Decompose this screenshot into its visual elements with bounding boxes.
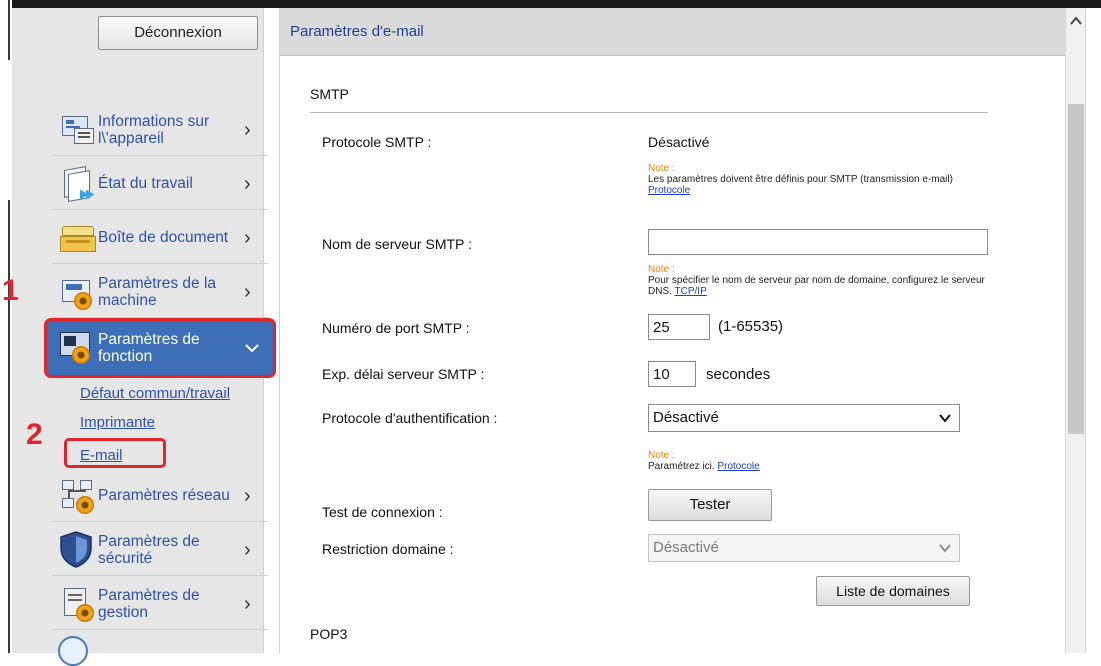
chevron-right-icon: › <box>244 119 251 141</box>
chevron-right-icon: › <box>244 227 251 249</box>
sidebar-item-label: Paramètres de gestion <box>98 586 200 621</box>
document-box-icon <box>58 218 98 258</box>
smtp-protocol-value: Désactivé <box>648 134 710 150</box>
section-title-pop3: POP3 <box>310 626 348 642</box>
sidebar-item-device-info[interactable]: Informations sur l\'appareil › <box>52 104 268 156</box>
chevron-right-icon: › <box>244 539 251 561</box>
network-settings-icon <box>58 476 98 516</box>
sidebar-item-label: Boîte de document <box>98 229 229 246</box>
timeout-unit-text: secondes <box>706 366 771 383</box>
smtp-server-label: Nom de serveur SMTP : <box>322 236 472 252</box>
page-title: Paramètres d'e-mail <box>280 8 1066 56</box>
sidebar-item-label: État du travail <box>98 175 193 192</box>
sublink-printer[interactable]: Imprimante <box>80 414 155 431</box>
sidebar-item-label: Paramètres de fonction <box>98 331 200 365</box>
smtp-protocol-label: Protocole SMTP : <box>322 134 432 150</box>
device-info-icon <box>58 110 98 150</box>
step-number-1: 1 <box>2 274 19 307</box>
chevron-right-icon: › <box>244 281 251 303</box>
machine-settings-icon <box>58 272 98 312</box>
connection-test-label: Test de connexion : <box>322 504 443 520</box>
shield-icon <box>58 530 98 570</box>
note-prefix: Note : <box>648 163 675 174</box>
domain-restriction-value: Désactivé <box>653 539 719 556</box>
sidebar-item-network-settings[interactable]: Paramètres réseau › <box>52 470 268 522</box>
note-text: Les paramètres doivent être définis pour… <box>648 174 953 185</box>
sidebar-item-label: Paramètres réseau <box>98 487 230 504</box>
job-status-icon <box>58 164 98 204</box>
domain-restriction-label: Restriction domaine : <box>322 541 454 557</box>
scrollbar-thumb[interactable] <box>1068 104 1084 434</box>
chevron-down-icon <box>245 339 259 359</box>
smtp-timeout-label: Exp. délai serveur SMTP : <box>322 366 485 382</box>
note-text: Paramétrez ici. <box>648 461 715 472</box>
window-right-edge <box>1085 8 1101 653</box>
note-prefix: Note : <box>648 264 675 275</box>
smtp-port-input[interactable] <box>648 314 710 340</box>
note-auth: Note : Paramétrez ici. Protocole <box>648 450 994 472</box>
sidebar-item-label: Paramètres de sécurité <box>98 532 200 567</box>
section-divider <box>310 112 988 113</box>
logout-button[interactable]: Déconnexion <box>98 16 258 50</box>
domain-list-button[interactable]: Liste de domaines <box>816 576 970 606</box>
sidebar-item-job-status[interactable]: État du travail › <box>52 158 268 210</box>
sublink-default-common-job[interactable]: Défaut commun/travail <box>80 385 230 402</box>
port-range-text: (1-65535) <box>718 318 784 335</box>
sidebar-item-management-settings[interactable]: Paramètres de gestion › <box>52 578 268 630</box>
chevron-right-icon: › <box>244 593 251 615</box>
sidebar-item-security-settings[interactable]: Paramètres de sécurité › <box>52 524 268 576</box>
smtp-server-input[interactable] <box>648 229 988 255</box>
sidebar-item-machine-settings[interactable]: Paramètres de la machine › <box>52 266 268 318</box>
chevron-down-icon <box>939 414 951 423</box>
smtp-timeout-input[interactable] <box>648 361 696 387</box>
management-settings-icon <box>58 584 98 624</box>
sidebar: Déconnexion Informations sur l\'appareil… <box>2 8 276 666</box>
test-button[interactable]: Tester <box>648 489 772 521</box>
window-top-bar <box>0 0 1101 8</box>
chevron-right-icon: › <box>244 485 251 507</box>
tcpip-link[interactable]: TCP/IP <box>675 286 707 297</box>
main-panel: Paramètres d'e-mail SMTP Protocole SMTP … <box>279 8 1066 653</box>
window-left-edge <box>0 0 12 653</box>
globe-icon <box>58 636 88 666</box>
auth-protocol-value: Désactivé <box>653 409 719 426</box>
protocol-link[interactable]: Protocole <box>717 461 759 472</box>
sidebar-item-document-box[interactable]: Boîte de document › <box>52 212 268 264</box>
auth-protocol-select[interactable]: Désactivé <box>648 404 960 432</box>
step-number-2: 2 <box>26 418 43 451</box>
chevron-right-icon: › <box>244 173 251 195</box>
sidebar-item-function-settings[interactable]: Paramètres de fonction <box>44 318 276 378</box>
sidebar-item-label: Informations sur l\'appareil <box>98 112 210 147</box>
note-smtp: Note : Les paramètres doivent être défin… <box>648 163 994 196</box>
function-settings-icon <box>58 328 98 368</box>
scroll-up-arrow-icon[interactable] <box>1066 8 1086 34</box>
protocol-link[interactable]: Protocole <box>648 185 690 196</box>
vertical-scrollbar[interactable] <box>1065 8 1085 653</box>
note-prefix: Note : <box>648 450 675 461</box>
chevron-down-icon <box>939 544 951 553</box>
auth-protocol-label: Protocole d'authentification : <box>322 410 498 426</box>
note-dns: Note : Pour spécifier le nom de serveur … <box>648 264 994 297</box>
email-highlight-box <box>64 438 166 468</box>
section-title-smtp: SMTP <box>310 86 349 102</box>
sidebar-item-label: Paramètres de la machine <box>98 274 217 309</box>
domain-restriction-select[interactable]: Désactivé <box>648 534 960 562</box>
smtp-port-label: Numéro de port SMTP : <box>322 320 470 336</box>
